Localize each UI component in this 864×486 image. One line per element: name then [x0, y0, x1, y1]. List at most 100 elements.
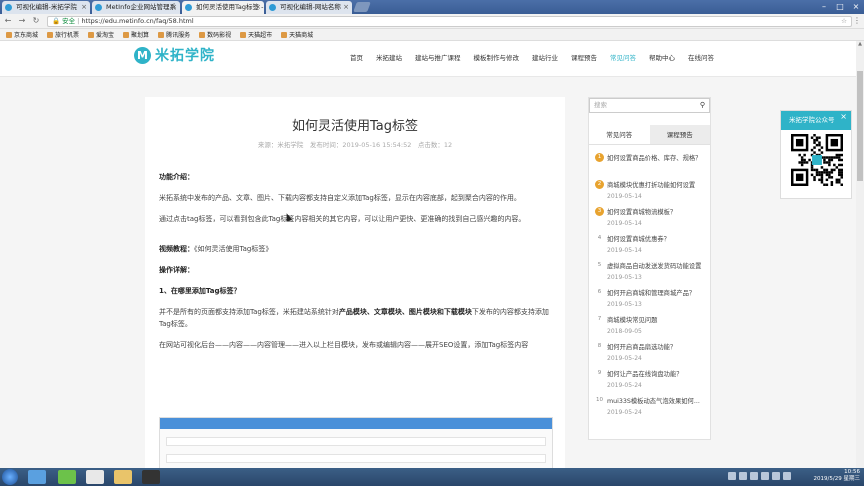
faq-item-title[interactable]: 商城模块常见问题	[607, 315, 657, 324]
faq-list-item[interactable]: 7 商城模块常见问题 2018-09-05	[595, 315, 707, 342]
tab-label: 可视化编辑-米拓学院	[16, 3, 77, 11]
faq-item-title[interactable]: 商城模块优惠打折功能如何设置	[607, 180, 695, 189]
bookmark-icon	[123, 31, 130, 38]
app-icon[interactable]	[142, 470, 160, 484]
tab-faq[interactable]: 常见问答	[589, 125, 650, 144]
nav-item-templates[interactable]: 模板制作与修改	[474, 52, 520, 62]
new-tab-button[interactable]	[353, 2, 371, 12]
folder-icon[interactable]	[114, 470, 132, 484]
close-tab-icon[interactable]: ×	[81, 1, 87, 14]
faq-list-item[interactable]: 6 如何开启商城和管理商城产品？ 2019-05-13	[595, 288, 707, 315]
browser-tab-4[interactable]: 可视化编辑-网站名称 ×	[266, 1, 352, 14]
faq-item-title[interactable]: mui33S模板动态气泡效果如何...	[607, 396, 700, 405]
nav-item-courses[interactable]: 建站与推广课程	[415, 52, 461, 62]
section-heading: 操作详解：	[159, 266, 194, 274]
bookmark-item[interactable]: 天猫商城	[281, 30, 313, 39]
url-field[interactable]: 🔒 安全 | https://edu.metinfo.cn/faq/58.html…	[47, 16, 852, 27]
close-tab-icon[interactable]: ×	[171, 1, 177, 14]
start-button[interactable]	[2, 469, 18, 485]
faq-item-title[interactable]: 如何开启商城和管理商城产品？	[607, 288, 695, 297]
paragraph: 在网站可视化后台——内容——内容管理——进入以上栏目模块，发布或编辑内容——展开…	[159, 341, 529, 349]
bookmark-icon	[281, 31, 288, 38]
video-link[interactable]: 《如何灵活使用Tag标签》	[194, 245, 272, 253]
scrollbar-thumb[interactable]	[857, 71, 863, 181]
qr-code-image	[791, 134, 843, 186]
scroll-up-arrow-icon[interactable]: ▲	[856, 41, 864, 49]
bookmark-item[interactable]: 腾讯服务	[158, 30, 190, 39]
bookmark-star-icon[interactable]: ☆	[841, 17, 847, 26]
close-window-icon[interactable]: ×	[848, 0, 864, 14]
article-body: 功能介绍： 米拓系统中发布的产品、文章、图片、下载内容都支持自定义添加Tag标签…	[159, 171, 554, 360]
bookmark-item[interactable]: 天猫超市	[240, 30, 272, 39]
faq-item-title[interactable]: 如何设置商品价格、库存、规格？	[607, 153, 701, 162]
nav-item-industry[interactable]: 建站行业	[532, 52, 558, 62]
faq-item-date: 2019-05-14	[607, 247, 642, 254]
close-tab-icon[interactable]: ×	[343, 1, 349, 14]
forward-arrow-icon[interactable]: →	[17, 16, 27, 26]
reload-icon[interactable]: ↻	[31, 16, 41, 26]
nav-item-help[interactable]: 帮助中心	[649, 52, 675, 62]
browser-tab-3-active[interactable]: 如何灵活使用Tag标签 - ×	[182, 1, 264, 14]
faq-list-item[interactable]: 2 商城模块优惠打折功能如何设置 2019-05-14	[595, 180, 707, 207]
tray-icon[interactable]	[728, 472, 736, 480]
faq-item-title[interactable]: 如何设置商城物流模板？	[607, 207, 676, 216]
media-player-icon[interactable]	[58, 470, 76, 484]
video-label: 视频教程：	[159, 245, 194, 253]
site-logo[interactable]: M 米拓学院	[134, 45, 215, 65]
tab-label: 可视化编辑-网站名称	[280, 3, 341, 11]
nav-item-course-preview[interactable]: 课程预告	[571, 52, 597, 62]
close-tab-icon[interactable]: ×	[255, 1, 261, 14]
faq-item-title[interactable]: 如何设置商城优惠券？	[607, 234, 670, 243]
tray-icon[interactable]	[739, 472, 747, 480]
bookmark-item[interactable]: 数码影视	[199, 30, 231, 39]
rank-badge: 2	[595, 180, 604, 189]
faq-list-item[interactable]: 10 mui33S模板动态气泡效果如何... 2019-05-24	[595, 396, 707, 423]
page-scrollbar[interactable]: ▲	[856, 41, 864, 468]
step-heading: 1、在哪里添加Tag标签？	[159, 287, 241, 295]
tray-icon[interactable]	[783, 472, 791, 480]
logo-text: 米拓学院	[155, 48, 215, 64]
rank-badge: 5	[595, 261, 604, 270]
faq-item-title[interactable]: 如何开启商品扇选功能？	[607, 342, 676, 351]
faq-item-title[interactable]: 虚拟商品自动发送发货码功能设置	[607, 261, 701, 270]
nav-item-online-qa[interactable]: 在线问答	[688, 52, 714, 62]
faq-item-title[interactable]: 如何让产品在线询盘功能？	[607, 369, 683, 378]
minimize-icon[interactable]: –	[816, 0, 832, 14]
close-icon[interactable]: ×	[840, 112, 847, 121]
tray-icon[interactable]	[750, 472, 758, 480]
bookmark-item[interactable]: 京东商城	[6, 30, 38, 39]
site-favicon-icon	[95, 4, 102, 11]
clock[interactable]: 10:56 2019/5/29 星期三	[814, 469, 860, 483]
search-icon[interactable]: ⚲	[700, 99, 705, 112]
faq-list-item[interactable]: 1 如何设置商品价格、库存、规格？	[595, 153, 707, 180]
faq-item-date: 2019-05-24	[607, 409, 642, 416]
nav-item-faq[interactable]: 常见问答	[610, 52, 636, 62]
tab-course-preview[interactable]: 课程预告	[649, 125, 710, 144]
search-input[interactable]: 搜索 ⚲	[589, 98, 710, 113]
faq-list-item[interactable]: 4 如何设置商城优惠券？ 2019-05-14	[595, 234, 707, 261]
maximize-icon[interactable]: □	[832, 0, 848, 14]
tray-icon[interactable]	[761, 472, 769, 480]
faq-list-item[interactable]: 3 如何设置商城物流模板？ 2019-05-14	[595, 207, 707, 234]
nav-item-home[interactable]: 首页	[350, 52, 363, 62]
rank-badge: 10	[595, 396, 604, 405]
tab-label: 如何灵活使用Tag标签 -	[196, 3, 264, 11]
tray-icon[interactable]	[772, 472, 780, 480]
bookmark-item[interactable]: 旅行机票	[47, 30, 79, 39]
browser-tab-2[interactable]: MetInfo企业网站管理系 ×	[92, 1, 180, 14]
bookmark-item[interactable]: 聚划算	[123, 30, 149, 39]
chrome-icon[interactable]	[86, 470, 104, 484]
address-bar-row: ← → ↻ 🔒 安全 | https://edu.metinfo.cn/faq/5…	[0, 14, 864, 29]
ie-icon[interactable]	[28, 470, 46, 484]
bookmark-item[interactable]: 爱淘宝	[88, 30, 114, 39]
bookmark-icon	[6, 31, 12, 38]
faq-list-item[interactable]: 5 虚拟商品自动发送发货码功能设置 2019-05-13	[595, 261, 707, 288]
nav-item-mituo-build[interactable]: 米拓建站	[376, 52, 402, 62]
faq-list-item[interactable]: 9 如何让产品在线询盘功能？ 2019-05-24	[595, 369, 707, 396]
browser-tab-1[interactable]: 可视化编辑-米拓学院 ×	[2, 1, 90, 14]
back-arrow-icon[interactable]: ←	[3, 16, 13, 26]
faq-list-item[interactable]: 8 如何开启商品扇选功能？ 2019-05-24	[595, 342, 707, 369]
article-card: 如何灵活使用Tag标签 来源：米拓学院 发布时间：2019-05-16 15:5…	[145, 97, 565, 468]
site-favicon-icon	[185, 4, 192, 11]
browser-menu-icon[interactable]: ⋮	[853, 16, 861, 25]
